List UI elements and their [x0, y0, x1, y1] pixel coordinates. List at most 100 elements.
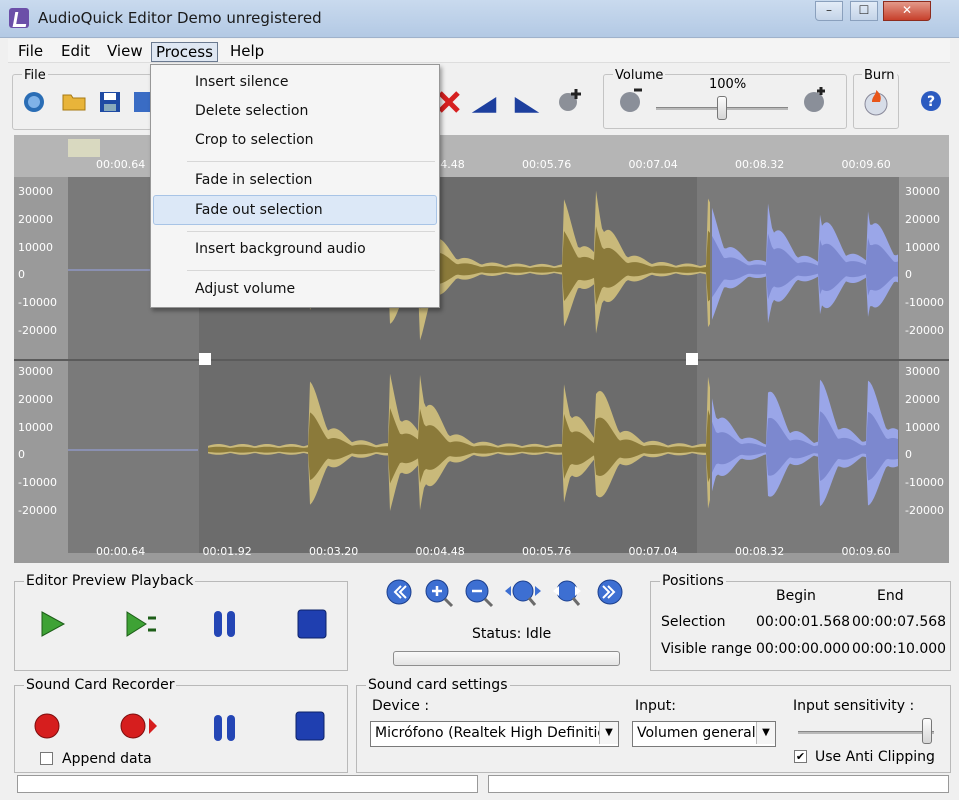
device-select-value: Micrófono (Realtek High Definition	[375, 725, 615, 741]
begin-header: Begin	[776, 588, 816, 604]
amplitude-label-right: 30000	[905, 365, 940, 378]
time-label-top: 00:00.64	[96, 158, 146, 171]
menu-insert-silence[interactable]: Insert silence	[195, 74, 288, 90]
append-data-label: Append data	[62, 751, 152, 767]
process-menu: Insert silence Delete selection Crop to …	[150, 64, 440, 308]
window-title: AudioQuick Editor Demo unregistered	[38, 9, 322, 27]
zoom-in-icon[interactable]	[423, 577, 455, 609]
stop-icon[interactable]	[296, 608, 328, 640]
amplitude-label-left: 10000	[18, 421, 53, 434]
pause-icon[interactable]	[210, 608, 240, 640]
recorder-group-label: Sound Card Recorder	[24, 677, 177, 693]
menu-separator	[187, 231, 435, 232]
record-stop-icon[interactable]	[294, 710, 326, 742]
play-selection-icon[interactable]	[124, 608, 158, 640]
statusbar-right	[488, 775, 949, 793]
menu-fade-out[interactable]: Fade out selection	[195, 202, 323, 218]
go-start-icon[interactable]	[384, 577, 414, 607]
chevron-down-icon: ▼	[599, 722, 618, 744]
menu-insert-background-audio[interactable]: Insert background audio	[195, 241, 366, 257]
device-select[interactable]: Micrófono (Realtek High Definition ▼	[370, 721, 619, 747]
amplitude-label-right: -10000	[905, 476, 944, 489]
volume-up-icon[interactable]	[800, 86, 828, 114]
close-button[interactable]: ✕	[883, 1, 931, 21]
time-label-bottom: 00:01.92	[202, 545, 252, 558]
fade-out-icon[interactable]	[513, 90, 541, 118]
record-append-icon[interactable]	[119, 712, 159, 740]
open-url-icon[interactable]	[20, 88, 48, 116]
save-icon[interactable]	[96, 88, 124, 116]
sensitivity-label: Input sensitivity :	[793, 698, 915, 714]
input-select[interactable]: Volumen general ▼	[632, 721, 776, 747]
wave-unselected-core	[712, 411, 898, 481]
menu-separator	[187, 270, 435, 271]
amplitude-label-right: 20000	[905, 393, 940, 406]
menu-fade-in[interactable]: Fade in selection	[195, 172, 312, 188]
amplitude-label-right: -20000	[905, 324, 944, 337]
end-header: End	[877, 588, 904, 604]
amplitude-label-left: -10000	[18, 296, 57, 309]
zoom-all-icon[interactable]	[547, 577, 587, 609]
add-audio-icon[interactable]	[556, 86, 584, 114]
menu-bar: File Edit View Process Help	[8, 39, 950, 63]
minimize-button[interactable]: –	[815, 1, 843, 21]
selection-marker[interactable]	[68, 139, 100, 157]
chevron-down-icon: ▼	[756, 722, 775, 744]
minimize-icon: –	[826, 3, 832, 17]
visible-range-label: Visible range	[661, 641, 752, 657]
menu-edit[interactable]: Edit	[57, 42, 94, 60]
sensitivity-track	[798, 731, 934, 734]
open-folder-icon[interactable]	[60, 86, 88, 114]
amplitude-label-right: -20000	[905, 504, 944, 517]
time-label-top: 00:09.60	[841, 158, 891, 171]
menu-help[interactable]: Help	[226, 42, 268, 60]
menu-delete-selection[interactable]: Delete selection	[195, 103, 308, 119]
zoom-selection-icon[interactable]	[503, 577, 543, 609]
menu-crop-selection[interactable]: Crop to selection	[195, 132, 314, 148]
app-icon	[9, 8, 29, 28]
time-label-top: 00:07.04	[628, 158, 678, 171]
burn-cd-icon[interactable]	[862, 88, 890, 116]
amplitude-label-left: 0	[18, 448, 25, 461]
amplitude-label-left: 20000	[18, 393, 53, 406]
input-label: Input:	[635, 698, 676, 714]
volume-value: 100%	[709, 77, 747, 92]
selection-begin-value: 00:00:01.568	[756, 614, 851, 630]
menu-file[interactable]: File	[14, 42, 47, 60]
amplitude-label-left: -10000	[18, 476, 57, 489]
time-label-bottom: 00:00.64	[96, 545, 146, 558]
record-pause-icon[interactable]	[210, 712, 240, 744]
amplitude-label-right: 0	[905, 448, 912, 461]
input-select-value: Volumen general	[637, 725, 756, 741]
menu-process[interactable]: Process	[151, 42, 218, 62]
device-label: Device :	[372, 698, 430, 714]
amplitude-label-left: 30000	[18, 185, 53, 198]
sensitivity-slider[interactable]	[922, 718, 932, 744]
menu-view[interactable]: View	[103, 42, 147, 60]
volume-down-icon[interactable]	[616, 86, 644, 114]
record-icon[interactable]	[33, 712, 61, 740]
progress-bar	[393, 651, 620, 666]
anti-clipping-label: Use Anti Clipping	[815, 749, 935, 765]
menu-adjust-volume[interactable]: Adjust volume	[195, 281, 295, 297]
amplitude-label-right: 10000	[905, 241, 940, 254]
time-label-bottom: 00:09.60	[841, 545, 891, 558]
status-text: Status: Idle	[472, 626, 552, 642]
fade-in-icon[interactable]	[470, 90, 498, 118]
go-end-icon[interactable]	[595, 577, 625, 607]
time-label-bottom: 00:05.76	[522, 545, 572, 558]
append-data-checkbox[interactable]	[40, 752, 53, 765]
close-icon: ✕	[901, 3, 913, 17]
burn-group-label: Burn	[862, 68, 897, 83]
help-icon[interactable]: ?	[920, 90, 942, 112]
amplitude-label-left: 20000	[18, 213, 53, 226]
maximize-button[interactable]: ☐	[850, 1, 878, 21]
anti-clipping-checkbox[interactable]: ✔	[794, 750, 807, 763]
positions-group-label: Positions	[660, 573, 726, 589]
zoom-out-icon[interactable]	[463, 577, 495, 609]
play-icon[interactable]	[38, 609, 68, 639]
volume-slider[interactable]	[717, 96, 727, 120]
time-label-bottom: 00:07.04	[628, 545, 678, 558]
amplitude-label-right: 30000	[905, 185, 940, 198]
time-label-top: 00:05.76	[522, 158, 572, 171]
